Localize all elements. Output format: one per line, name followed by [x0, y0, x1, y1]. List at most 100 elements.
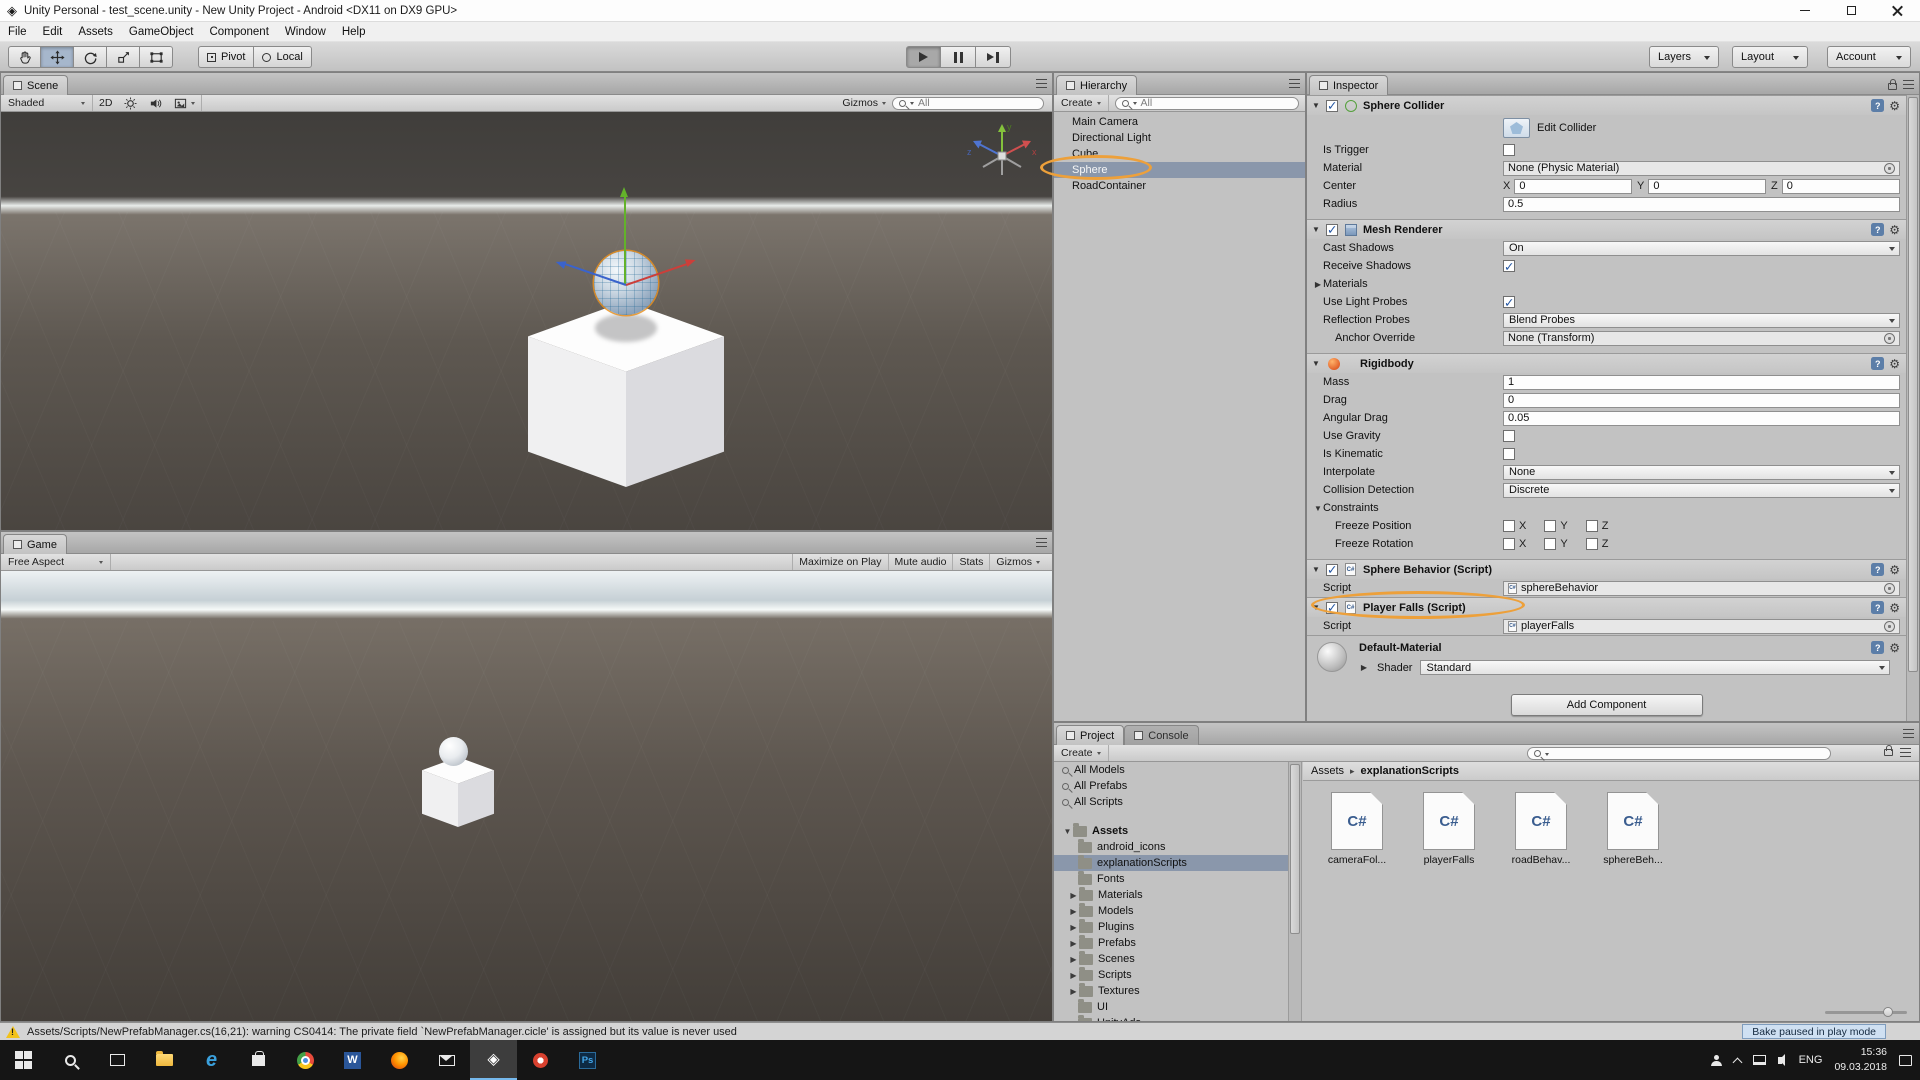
- hand-tool-button[interactable]: [8, 46, 41, 68]
- drag-field[interactable]: 0: [1503, 392, 1900, 408]
- shading-mode-dropdown[interactable]: Shaded: [1, 95, 93, 111]
- hierarchy-item-main-camera[interactable]: Main Camera: [1054, 114, 1305, 130]
- mail-button[interactable]: [423, 1040, 470, 1080]
- help-icon[interactable]: ?: [1871, 563, 1885, 576]
- stats-toggle[interactable]: Stats: [952, 554, 989, 570]
- foldout-closed-icon[interactable]: ▶: [1068, 907, 1079, 916]
- scene-lighting-toggle[interactable]: [118, 95, 143, 111]
- object-picker-icon[interactable]: [1884, 582, 1895, 594]
- scene-viewport[interactable]: y x z: [1, 112, 1052, 530]
- scrollbar-thumb[interactable]: [1908, 97, 1918, 672]
- menu-edit[interactable]: Edit: [35, 26, 71, 38]
- component-enabled-checkbox[interactable]: [1326, 98, 1338, 113]
- foldout-open-icon[interactable]: [1311, 565, 1321, 574]
- help-icon[interactable]: ?: [1871, 357, 1885, 370]
- step-button[interactable]: [976, 46, 1011, 68]
- photoshop-button[interactable]: Ps: [564, 1040, 611, 1080]
- is-kinematic-checkbox[interactable]: [1503, 448, 1515, 460]
- rotate-tool-button[interactable]: [74, 46, 107, 68]
- favorite-all-models[interactable]: All Models: [1054, 762, 1288, 778]
- foldout-closed-icon[interactable]: ▶: [1068, 939, 1079, 948]
- lock-icon[interactable]: [1888, 79, 1897, 90]
- panel-menu-icon[interactable]: [1036, 79, 1047, 88]
- taskbar-search-button[interactable]: [47, 1040, 94, 1080]
- component-enabled-checkbox[interactable]: [1326, 562, 1338, 577]
- component-enabled-checkbox[interactable]: [1326, 600, 1338, 615]
- project-search-input[interactable]: [1527, 747, 1831, 760]
- project-tree-scrollbar[interactable]: [1288, 762, 1302, 1021]
- sphere-behavior-header[interactable]: C# Sphere Behavior (Script) ? ⚙: [1307, 559, 1906, 579]
- store-button[interactable]: [235, 1040, 282, 1080]
- receive-shadows-checkbox[interactable]: [1503, 259, 1515, 274]
- freeze-position-x-checkbox[interactable]: [1503, 520, 1515, 532]
- rect-tool-button[interactable]: [140, 46, 173, 68]
- tree-folder-android-icons[interactable]: android_icons: [1054, 839, 1288, 855]
- panel-menu-icon[interactable]: [1903, 80, 1914, 89]
- edit-collider-button[interactable]: [1503, 118, 1530, 138]
- freeze-rotation-z-checkbox[interactable]: [1585, 538, 1598, 550]
- scene-orientation-gizmo[interactable]: y x z: [964, 118, 1040, 194]
- volume-icon[interactable]: [1777, 1054, 1786, 1066]
- language-indicator[interactable]: ENG: [1799, 1054, 1823, 1066]
- help-icon[interactable]: ?: [1871, 601, 1885, 614]
- word-button[interactable]: W: [329, 1040, 376, 1080]
- radius-field[interactable]: 0.5: [1503, 196, 1900, 212]
- layout-dropdown[interactable]: Layout: [1732, 46, 1808, 68]
- breadcrumb-root[interactable]: Assets: [1311, 765, 1344, 777]
- local-toggle-button[interactable]: Local: [253, 46, 312, 68]
- tree-folder-explanationscripts[interactable]: explanationScripts: [1054, 855, 1288, 871]
- foldout-closed-icon[interactable]: ▶: [1068, 891, 1079, 900]
- panel-menu-icon[interactable]: [1903, 729, 1914, 738]
- favorite-all-prefabs[interactable]: All Prefabs: [1054, 778, 1288, 794]
- foldout-closed-icon[interactable]: [1313, 280, 1323, 289]
- freeze-position-z-checkbox[interactable]: [1585, 520, 1598, 532]
- freeze-position-y-checkbox[interactable]: [1544, 520, 1557, 532]
- script-object-field[interactable]: C# sphereBehavior: [1503, 580, 1900, 596]
- foldout-open-icon[interactable]: [1311, 603, 1321, 612]
- panel-menu-icon[interactable]: [1900, 748, 1911, 757]
- hierarchy-item-roadcontainer[interactable]: RoadContainer: [1054, 178, 1305, 194]
- clock[interactable]: 15:36 09.03.2018: [1834, 1045, 1887, 1074]
- chrome-button[interactable]: [282, 1040, 329, 1080]
- is-trigger-checkbox[interactable]: [1503, 144, 1515, 156]
- move-tool-button[interactable]: [41, 46, 74, 68]
- firefox-button[interactable]: [376, 1040, 423, 1080]
- start-button[interactable]: [0, 1040, 47, 1080]
- file-camerafollows[interactable]: C# cameraFol...: [1319, 792, 1395, 866]
- cube-object[interactable]: [528, 301, 724, 487]
- sphere-collider-header[interactable]: Sphere Collider ? ⚙: [1307, 95, 1906, 115]
- aspect-ratio-dropdown[interactable]: Free Aspect: [1, 554, 111, 570]
- mute-audio-toggle[interactable]: Mute audio: [887, 554, 953, 570]
- tree-folder-materials[interactable]: ▶ Materials: [1054, 887, 1288, 903]
- foldout-open-icon[interactable]: ▼: [1062, 827, 1073, 836]
- material-preview-sphere[interactable]: [1317, 642, 1347, 672]
- lock-icon[interactable]: [1884, 745, 1893, 756]
- freeze-rotation-y-checkbox[interactable]: [1544, 538, 1557, 550]
- center-x-field[interactable]: 0: [1514, 178, 1632, 194]
- edge-button[interactable]: e: [188, 1040, 235, 1080]
- help-icon[interactable]: ?: [1871, 99, 1885, 112]
- favorite-all-scripts[interactable]: All Scripts: [1054, 794, 1288, 810]
- use-light-probes-checkbox[interactable]: [1503, 295, 1515, 310]
- angular-drag-field[interactable]: 0.05: [1503, 410, 1900, 426]
- mass-field[interactable]: 1: [1503, 374, 1900, 390]
- action-center-icon[interactable]: [1899, 1054, 1912, 1066]
- scene-search-input[interactable]: All: [892, 96, 1044, 110]
- menu-assets[interactable]: Assets: [70, 26, 121, 38]
- anchor-override-field[interactable]: None (Transform): [1503, 330, 1900, 346]
- use-gravity-checkbox[interactable]: [1503, 430, 1515, 442]
- gizmo-arrow-y[interactable]: [624, 197, 626, 285]
- pause-button[interactable]: [941, 46, 976, 68]
- rigidbody-header[interactable]: Rigidbody ? ⚙: [1307, 353, 1906, 373]
- console-status-message[interactable]: Assets/Scripts/NewPrefabManager.cs(16,21…: [27, 1026, 737, 1038]
- breadcrumb-current[interactable]: explanationScripts: [1361, 765, 1459, 777]
- help-icon[interactable]: ?: [1871, 223, 1885, 236]
- project-create-dropdown[interactable]: Create: [1054, 745, 1109, 761]
- gear-icon[interactable]: ⚙: [1889, 224, 1900, 236]
- task-view-button[interactable]: [94, 1040, 141, 1080]
- tab-inspector[interactable]: Inspector: [1309, 75, 1389, 95]
- tree-folder-ui[interactable]: UI: [1054, 999, 1288, 1015]
- menu-help[interactable]: Help: [334, 26, 374, 38]
- center-y-field[interactable]: 0: [1648, 178, 1766, 194]
- object-picker-icon[interactable]: [1884, 162, 1895, 174]
